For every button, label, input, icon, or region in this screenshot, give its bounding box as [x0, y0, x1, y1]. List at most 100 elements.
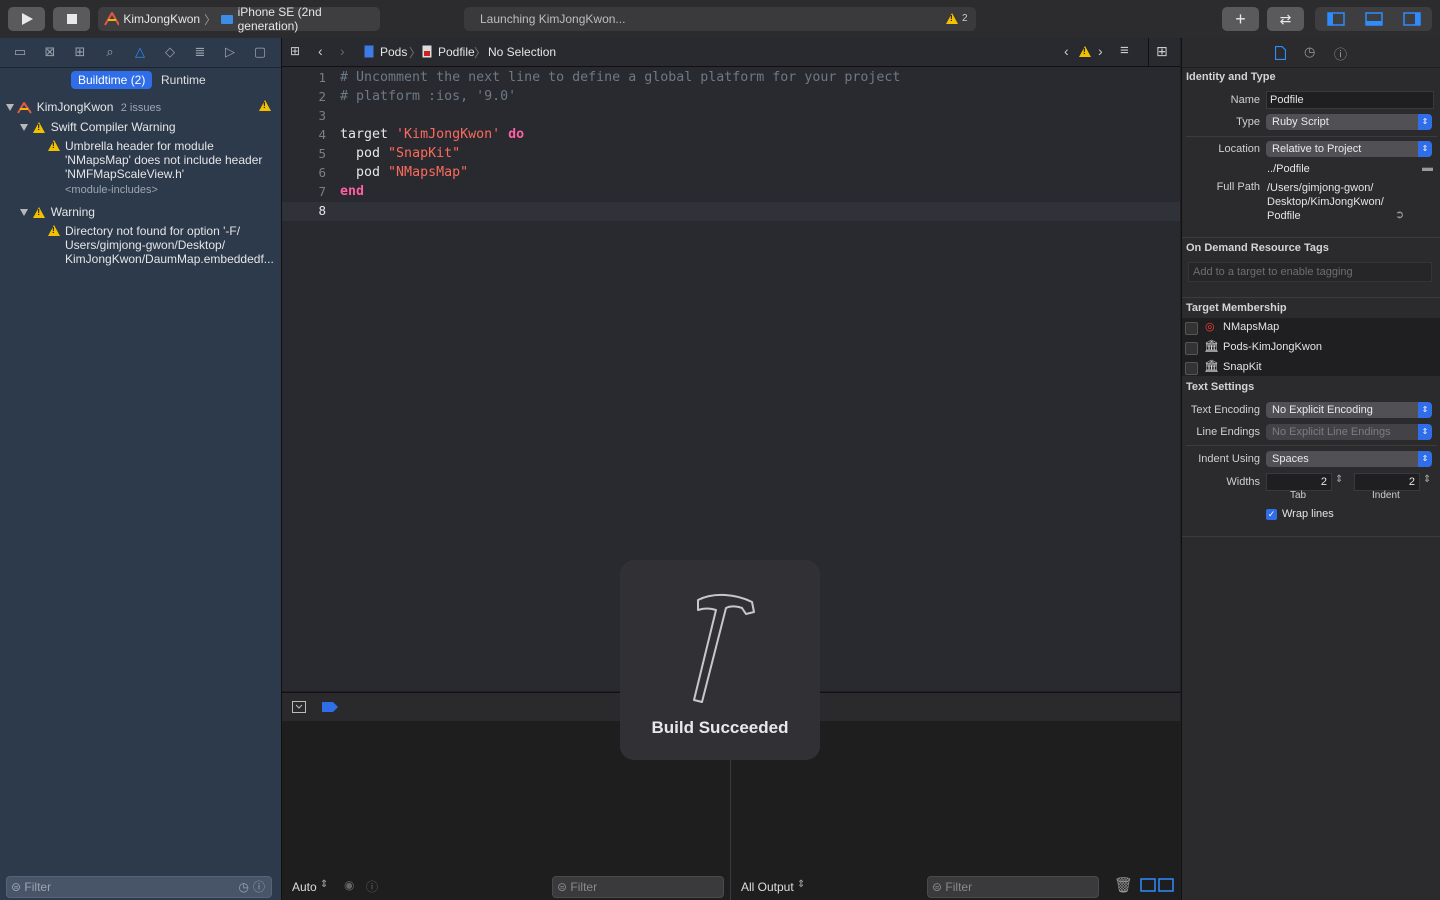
wrap-lines-checkbox[interactable]: ✓ [1266, 509, 1277, 520]
scheme-selector[interactable]: KimJongKwon 〉 iPhone SE (2nd generation) [98, 5, 380, 33]
tab-runtime[interactable]: Runtime [154, 71, 213, 89]
code-line[interactable]: # platform :ios, '9.0' [340, 89, 516, 104]
stop-button[interactable] [53, 7, 90, 31]
previous-issue-icon[interactable]: ‹ [1064, 43, 1069, 59]
name-field[interactable]: Podfile [1266, 91, 1434, 109]
indent-width-stepper[interactable]: ⇕ [1423, 474, 1431, 485]
forward-arrow-icon[interactable]: › [340, 43, 345, 59]
related-items-icon[interactable]: ⊞ [290, 44, 300, 58]
navigator-filter-field[interactable]: ⊜ Filter ◷ ⓘ [6, 876, 272, 898]
code-line[interactable]: target 'KimJongKwon' do [340, 127, 524, 142]
device-name[interactable]: iPhone SE (2nd generation) [238, 5, 380, 33]
trash-icon[interactable]: 🗑 [1114, 876, 1133, 894]
line-endings-popup[interactable]: No Explicit Line Endings ⇕ [1266, 424, 1432, 440]
code-line[interactable]: pod "NMapsMap" [340, 165, 468, 180]
warning-icon[interactable] [946, 13, 958, 24]
hide-debug-area-icon[interactable] [292, 701, 306, 713]
folder-icon[interactable]: ▬ [1422, 162, 1433, 174]
library-target-icon: 🏛 [1204, 359, 1220, 373]
variables-scope-selector[interactable]: Auto [292, 880, 317, 894]
history-inspector-icon[interactable]: ◷ [1304, 44, 1315, 60]
indent-using-value: Spaces [1272, 453, 1309, 465]
test-icon[interactable]: ◇ [162, 44, 178, 60]
navigator-toggle-icon[interactable] [1326, 12, 1345, 26]
reveal-in-finder-icon[interactable]: ➲ [1395, 208, 1404, 221]
variables-filter-field[interactable]: ⊜ Filter [552, 876, 724, 898]
debug-area-toggle-icon[interactable] [1364, 12, 1383, 26]
issue-group-row[interactable]: Warning [20, 205, 95, 219]
issue-group-row[interactable]: Swift Compiler Warning [20, 120, 176, 134]
source-control-icon[interactable]: ⊠ [42, 44, 58, 60]
code-review-button[interactable]: ⇄ [1267, 7, 1304, 31]
library-button[interactable]: + [1222, 7, 1259, 31]
issue-count: 2 issues [120, 102, 162, 114]
recent-filter-icon[interactable]: ◷ [239, 877, 249, 897]
chevron-right-icon: 〉 [204, 12, 217, 27]
tab-buildtime[interactable]: Buildtime (2) [71, 71, 153, 89]
symbol-icon[interactable]: ⊞ [72, 44, 88, 60]
breadcrumb-podfile[interactable]: Podfile [438, 45, 475, 59]
target-checkbox[interactable] [1185, 362, 1198, 375]
target-checkbox[interactable] [1185, 342, 1198, 355]
console-output-selector[interactable]: All Output [741, 880, 794, 894]
project-row[interactable]: KimJongKwon 2 issues [6, 100, 161, 114]
debug-navigator-icon[interactable]: ≣ [192, 44, 208, 60]
warning-count[interactable]: 2 [962, 13, 968, 24]
code-line[interactable]: # Uncomment the next line to define a gl… [340, 70, 900, 85]
text-encoding-popup[interactable]: No Explicit Encoding ⇕ [1266, 402, 1432, 418]
code-line[interactable]: pod "SnapKit" [340, 146, 460, 161]
type-popup[interactable]: Ruby Script ⇕ [1266, 114, 1432, 130]
console-filter-field[interactable]: ⊜ Filter [927, 876, 1099, 898]
eye-icon[interactable]: ◉ [344, 878, 354, 892]
code-token: pod [340, 165, 389, 180]
info-icon[interactable]: ⓘ [366, 878, 378, 895]
disclosure-open-icon[interactable] [6, 104, 14, 112]
type-value: Ruby Script [1272, 116, 1329, 128]
back-arrow-icon[interactable]: ‹ [318, 43, 323, 59]
indent-width-field[interactable]: 2 [1354, 473, 1420, 491]
console-layout-icon[interactable] [1140, 878, 1174, 892]
text-encoding-label: Text Encoding [1190, 404, 1260, 416]
chevron-updown-icon[interactable]: ⇕ [797, 879, 805, 890]
split-editor-icon[interactable]: ⊞ [1156, 43, 1168, 60]
chevron-updown-icon[interactable]: ⇕ [320, 879, 328, 890]
code-token: # platform :ios, '9.0' [340, 89, 517, 104]
indent-using-popup[interactable]: Spaces ⇕ [1266, 451, 1432, 467]
inspector-toggle-icon[interactable] [1402, 12, 1421, 26]
editor-options-icon[interactable]: ≡ [1120, 42, 1129, 59]
issue-navigator-icon[interactable]: △ [132, 44, 148, 60]
issue-navigator: ▭ ⊠ ⊞ ⌕ △ ◇ ≣ ▷ ▢ Buildtime (2) Runtime … [0, 38, 282, 900]
breadcrumb-selection[interactable]: No Selection [488, 45, 556, 59]
next-issue-icon[interactable]: › [1098, 43, 1103, 59]
tab-width-field[interactable]: 2 [1266, 473, 1332, 491]
filter-icon: ⊜ [557, 880, 568, 894]
run-button[interactable] [8, 7, 45, 31]
code-token: "NMapsMap" [388, 165, 469, 180]
issue-item[interactable]: Umbrella header for module 'NMapsMap' do… [65, 139, 262, 197]
code-line[interactable]: end [340, 184, 364, 199]
file-inspector-icon[interactable] [1275, 46, 1286, 60]
search-icon[interactable]: ⌕ [102, 44, 118, 60]
filter-icon: ⊜ [11, 880, 22, 894]
help-icon[interactable]: ⓘ [1334, 44, 1347, 63]
breadcrumb-pods[interactable]: Pods [380, 45, 407, 59]
breakpoint-icon[interactable]: ▷ [222, 44, 238, 60]
line-number: 7 [318, 184, 326, 199]
disclosure-open-icon[interactable] [20, 209, 28, 217]
issue-message-line: Umbrella header for module [65, 139, 214, 153]
issue-message-line: KimJongKwon/DaumMap.embeddedf... [65, 252, 274, 266]
section-heading: Text Settings [1186, 381, 1255, 393]
folder-icon[interactable]: ▭ [12, 44, 28, 60]
warning-icon[interactable] [1079, 46, 1091, 57]
issue-message-line: Users/gimjong-gwon/Desktop/ [65, 238, 226, 252]
disclosure-open-icon[interactable] [20, 124, 28, 132]
code-token: pod [340, 146, 389, 161]
report-icon[interactable]: ▢ [252, 44, 268, 60]
issue-message-line: 'NMapsMap' does not include header [65, 153, 263, 167]
breakpoints-active-icon[interactable] [322, 702, 338, 712]
target-checkbox[interactable] [1185, 322, 1198, 335]
location-popup[interactable]: Relative to Project ⇕ [1266, 141, 1432, 157]
tab-width-stepper[interactable]: ⇕ [1335, 474, 1343, 485]
issues-only-filter-icon[interactable]: ⓘ [253, 877, 265, 897]
issue-item[interactable]: Directory not found for option '-F/ User… [65, 224, 274, 266]
